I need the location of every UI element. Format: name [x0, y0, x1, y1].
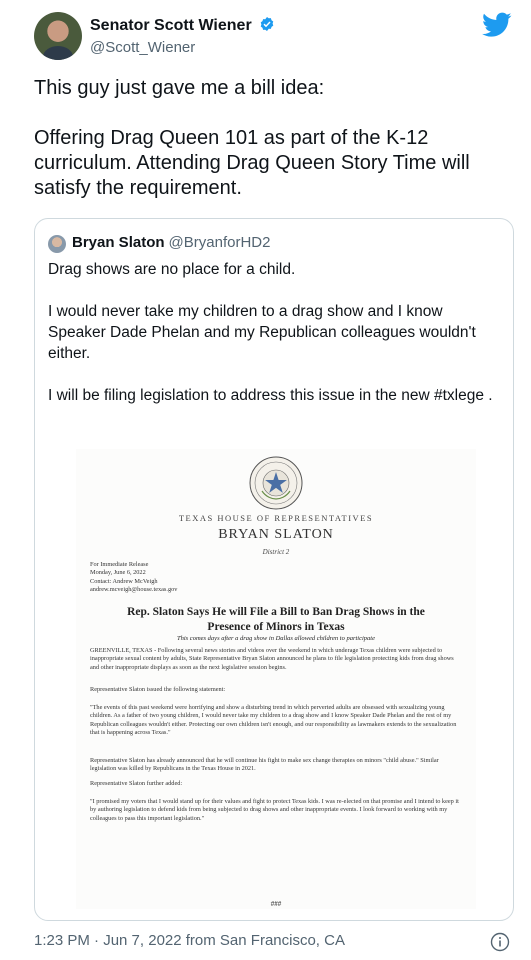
release-paragraph: "I promised my voters that I would stand… [90, 798, 459, 822]
tweet-card: Senator Scott Wiener @Scott_Wiener This … [0, 0, 531, 960]
release-meta: For Immediate Release Monday, June 6, 20… [90, 561, 178, 593]
release-paragraph: GREENVILLE, TEXAS - Following several ne… [90, 647, 454, 671]
author-name-text[interactable]: Senator Scott Wiener [90, 17, 252, 34]
release-headline: Rep. Slaton Says He will File a Bill to … [127, 606, 425, 633]
quoted-tweet[interactable]: Bryan Slaton @BryanforHD2 Drag shows are … [34, 218, 514, 921]
release-paragraph: Representative Slaton issued the followi… [90, 686, 226, 693]
house-heading: TEXAS HOUSE OF REPRESENTATIVES [178, 513, 374, 523]
release-paragraph: Representative Slaton has already announ… [90, 757, 439, 773]
release-subhead: This comes days after a drag show in Dal… [176, 635, 375, 642]
district-label: District 2 [262, 548, 290, 556]
release-paragraph: Representative Slaton further added: [90, 780, 183, 787]
author-name[interactable]: Senator Scott Wiener [90, 16, 275, 35]
release-end-mark: ### [270, 900, 282, 908]
author-handle[interactable]: @Scott_Wiener [90, 39, 195, 56]
quoted-tweet-text: Drag shows are no place for a child. I w… [48, 261, 493, 404]
twitter-bird-icon[interactable] [482, 12, 512, 38]
tweet-text: This guy just gave me a bill idea: Offer… [34, 77, 470, 199]
press-release-image[interactable]: TEXAS HOUSE OF REPRESENTATIVES BRYAN SLA… [76, 449, 476, 909]
texas-seal-icon [249, 456, 303, 510]
tweet-timestamp[interactable]: 1:23 PM · Jun 7, 2022 from San Francisco… [34, 932, 345, 949]
author-avatar[interactable] [34, 12, 82, 60]
release-paragraph: "The events of this past weekend were ho… [90, 704, 457, 736]
quoted-author-avatar[interactable] [48, 235, 66, 253]
quoted-author-name[interactable]: Bryan Slaton [72, 234, 165, 251]
info-icon[interactable] [490, 932, 510, 952]
representative-name: BRYAN SLATON [218, 527, 334, 542]
quoted-author[interactable]: Bryan Slaton @BryanforHD2 [72, 234, 270, 251]
verified-badge-icon [260, 17, 274, 31]
quoted-author-handle[interactable]: @BryanforHD2 [169, 234, 271, 251]
